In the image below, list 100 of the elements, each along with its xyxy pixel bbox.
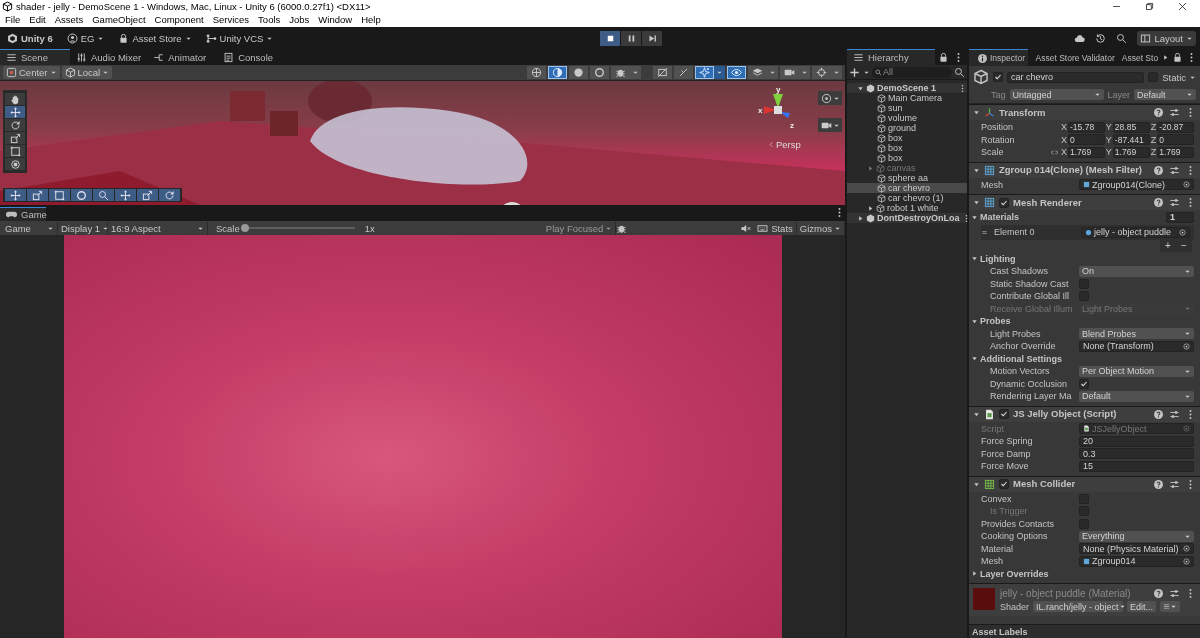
- hierarchy-item[interactable]: sun: [847, 103, 967, 113]
- step-button[interactable]: [642, 30, 663, 46]
- preset-sliders-icon[interactable]: [1169, 164, 1180, 176]
- tool-button[interactable]: [115, 189, 136, 201]
- panel-tab[interactable]: Inspector: [969, 49, 1028, 66]
- tool-button[interactable]: [71, 189, 92, 201]
- object-field[interactable]: None (Transform): [1079, 340, 1194, 352]
- search-field[interactable]: All: [872, 66, 952, 78]
- help-icon[interactable]: [1153, 588, 1164, 599]
- tool-button[interactable]: [5, 119, 25, 131]
- number-field[interactable]: 28.85: [1112, 121, 1150, 133]
- create-button[interactable]: [849, 66, 870, 78]
- shader-dropdown[interactable]: IL.ranch/jelly - object: [1033, 601, 1124, 612]
- foldout-arrow-icon[interactable]: [971, 317, 978, 325]
- foldout-arrow-icon[interactable]: [973, 410, 980, 418]
- number-field[interactable]: 1.769: [1068, 146, 1105, 158]
- scene-view-toggle[interactable]: [527, 66, 546, 79]
- tool-button[interactable]: [5, 145, 25, 157]
- name-field[interactable]: car chevro: [1007, 71, 1145, 83]
- static-dropdown[interactable]: Static: [1162, 71, 1196, 83]
- checkbox[interactable]: [999, 197, 1009, 208]
- pivot-dropdown[interactable]: Center: [3, 66, 60, 79]
- preset-sliders-icon[interactable]: [1169, 408, 1180, 420]
- tool-button[interactable]: [5, 158, 25, 170]
- restore-icon[interactable]: [1144, 1, 1155, 12]
- dropdown[interactable]: On: [1079, 265, 1194, 277]
- panel-tab[interactable]: Audio Mixer: [70, 49, 148, 65]
- dropdown-arrow-button[interactable]: [799, 66, 810, 79]
- gizmos-dropdown[interactable]: Gizmos: [796, 221, 845, 235]
- foldout-arrow-icon[interactable]: [973, 109, 980, 116]
- panel-tab[interactable]: Game: [0, 207, 46, 221]
- scene-view-toggle[interactable]: [590, 66, 609, 79]
- tool-button[interactable]: [5, 106, 25, 118]
- hierarchy-item[interactable]: volume: [847, 113, 967, 123]
- panel-tab[interactable]: Animator: [147, 49, 218, 65]
- dropdown-arrow-button[interactable]: [630, 66, 641, 79]
- scene-view-toggle[interactable]: [653, 66, 672, 79]
- scene-view-toggle[interactable]: [780, 66, 799, 79]
- tool-button[interactable]: [5, 189, 26, 201]
- menu-item[interactable]: Help: [357, 13, 386, 27]
- panel-tab[interactable]: Asset Store Validator: [1027, 49, 1114, 66]
- object-field[interactable]: Zgroup014: [1079, 555, 1194, 567]
- hierarchy-item[interactable]: box: [847, 143, 967, 153]
- scene-view-toggle[interactable]: [548, 66, 567, 79]
- preset-sliders-icon[interactable]: [1169, 588, 1180, 599]
- preset-sliders-icon[interactable]: [1169, 107, 1180, 118]
- scene-view-toggle[interactable]: [611, 66, 630, 79]
- tool-button[interactable]: [5, 93, 25, 105]
- menu-item[interactable]: Services: [208, 13, 255, 27]
- hierarchy-item[interactable]: box: [847, 133, 967, 143]
- stop-button[interactable]: [600, 30, 621, 46]
- scene-view-toggle[interactable]: [748, 66, 767, 79]
- stats-button[interactable]: Stats: [768, 221, 797, 235]
- number-field[interactable]: 0: [1157, 134, 1194, 146]
- dropdown[interactable]: Blend Probes: [1079, 328, 1194, 340]
- hierarchy-item[interactable]: box: [847, 153, 967, 163]
- tool-button[interactable]: [5, 132, 25, 144]
- lock-icon[interactable]: [938, 51, 949, 63]
- menu-item[interactable]: Component: [150, 13, 209, 27]
- panel-tab[interactable]: Scene: [0, 49, 70, 65]
- number-field[interactable]: 0: [1068, 134, 1105, 146]
- section-label[interactable]: Probes: [980, 316, 1011, 327]
- play-mode-dropdown[interactable]: Play Focused: [542, 221, 617, 235]
- scene-view-toggle[interactable]: [727, 66, 746, 79]
- hierarchy-item[interactable]: Main Camera: [847, 93, 967, 103]
- foldout-arrow-icon[interactable]: [857, 84, 864, 92]
- tool-button[interactable]: [93, 189, 114, 201]
- foldout-arrow-icon[interactable]: [971, 355, 978, 363]
- dropdown[interactable]: Per Object Motion: [1079, 365, 1194, 377]
- menu-item[interactable]: Jobs: [285, 13, 315, 27]
- foldout-arrow-icon[interactable]: [973, 166, 980, 174]
- search-icon[interactable]: [954, 66, 965, 78]
- foldout-arrow-icon[interactable]: [971, 213, 978, 221]
- dropdown[interactable]: Everything: [1079, 530, 1194, 542]
- aspect-dropdown[interactable]: 16:9 Aspect: [108, 221, 208, 235]
- dropdown-arrow-button[interactable]: [767, 66, 778, 79]
- scene-view-toggle[interactable]: [812, 66, 831, 79]
- preset-sliders-icon[interactable]: [1169, 478, 1180, 490]
- help-icon[interactable]: [1153, 408, 1164, 420]
- overlay-menu-button[interactable]: [818, 91, 842, 105]
- cloud-icon[interactable]: [1074, 32, 1086, 44]
- account-button[interactable]: Unity 6: [4, 30, 56, 46]
- checkbox[interactable]: [993, 72, 1003, 82]
- version-control-dropdown[interactable]: Unity VCS: [202, 30, 277, 46]
- section-label[interactable]: Lighting: [980, 253, 1016, 264]
- hierarchy-item[interactable]: car chevro (1): [847, 193, 967, 203]
- drag-handle-icon[interactable]: [981, 228, 988, 236]
- number-field[interactable]: 15: [1079, 460, 1194, 472]
- layout-dropdown[interactable]: Layout: [1137, 30, 1196, 46]
- dropdown[interactable]: Default: [1079, 390, 1194, 402]
- scene-view-toggle[interactable]: [695, 66, 714, 79]
- preset-sliders-icon[interactable]: [1169, 197, 1180, 208]
- hierarchy-item[interactable]: ground: [847, 123, 967, 133]
- menu-item[interactable]: Assets: [50, 13, 89, 27]
- search-icon[interactable]: [1116, 32, 1128, 44]
- close-icon[interactable]: [1177, 1, 1188, 12]
- game-mode-dropdown[interactable]: Game: [2, 221, 58, 235]
- slider-thumb[interactable]: [240, 224, 249, 232]
- orientation-gizmo[interactable]: [764, 94, 790, 118]
- panel-tab[interactable]: Console: [217, 49, 288, 65]
